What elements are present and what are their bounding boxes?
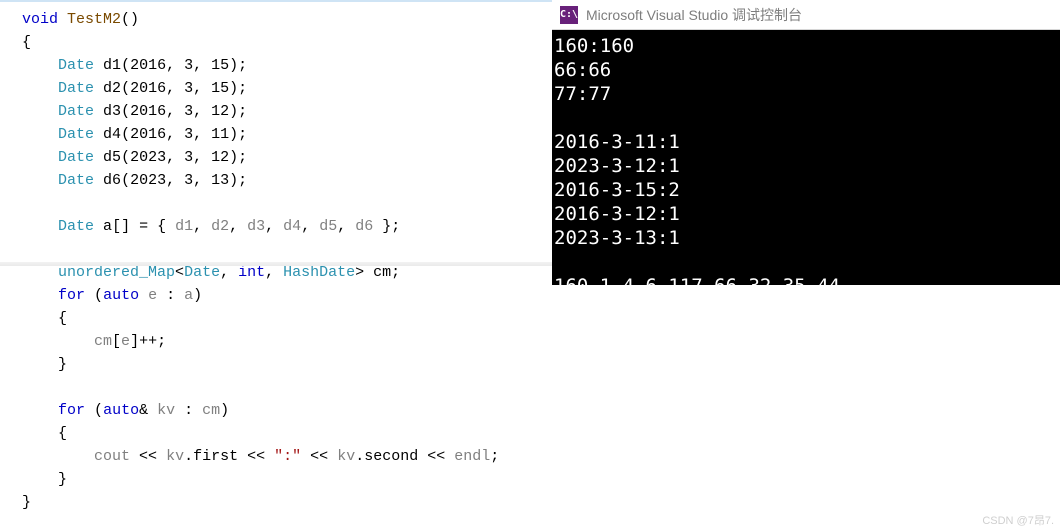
code-line[interactable]: { <box>0 422 552 445</box>
code-line[interactable]: } <box>0 491 552 514</box>
code-line[interactable]: } <box>0 468 552 491</box>
code-line[interactable] <box>0 376 552 399</box>
code-line[interactable]: Date d5(2023, 3, 12); <box>0 146 552 169</box>
code-line[interactable]: void TestM2() <box>0 8 552 31</box>
code-line[interactable]: { <box>0 31 552 54</box>
console-app-icon: C:\ <box>560 6 578 24</box>
code-line[interactable]: for (auto& kv : cm) <box>0 399 552 422</box>
app-layout: void TestM2(){ Date d1(2016, 3, 15); Dat… <box>0 0 1060 532</box>
code-line[interactable]: { <box>0 307 552 330</box>
code-line[interactable]: } <box>0 353 552 376</box>
code-line[interactable] <box>0 238 552 261</box>
console-output[interactable]: 160:160 66:66 77:77 2016-3-11:1 2023-3-1… <box>552 30 1060 285</box>
code-line[interactable]: Date d1(2016, 3, 15); <box>0 54 552 77</box>
code-line[interactable]: cout << kv.first << ":" << kv.second << … <box>0 445 552 468</box>
console-pane: C:\ Microsoft Visual Studio 调试控制台 160:16… <box>552 0 1060 532</box>
code-line[interactable]: Date d6(2023, 3, 13); <box>0 169 552 192</box>
console-title: Microsoft Visual Studio 调试控制台 <box>586 5 802 25</box>
code-line[interactable]: Date d2(2016, 3, 15); <box>0 77 552 100</box>
code-line[interactable]: Date d4(2016, 3, 11); <box>0 123 552 146</box>
code-line[interactable]: unordered_Map<Date, int, HashDate> cm; <box>0 261 552 284</box>
code-line[interactable]: Date d3(2016, 3, 12); <box>0 100 552 123</box>
code-line[interactable]: Date a[] = { d1, d2, d3, d4, d5, d6 }; <box>0 215 552 238</box>
code-container: void TestM2(){ Date d1(2016, 3, 15); Dat… <box>0 8 552 514</box>
watermark-text: CSDN @7昂7. <box>982 512 1054 528</box>
console-below-blank <box>552 285 1060 532</box>
console-titlebar[interactable]: C:\ Microsoft Visual Studio 调试控制台 <box>552 0 1060 30</box>
code-editor-pane[interactable]: void TestM2(){ Date d1(2016, 3, 15); Dat… <box>0 0 552 532</box>
code-line[interactable]: cm[e]++; <box>0 330 552 353</box>
code-line[interactable]: for (auto e : a) <box>0 284 552 307</box>
code-line[interactable] <box>0 192 552 215</box>
